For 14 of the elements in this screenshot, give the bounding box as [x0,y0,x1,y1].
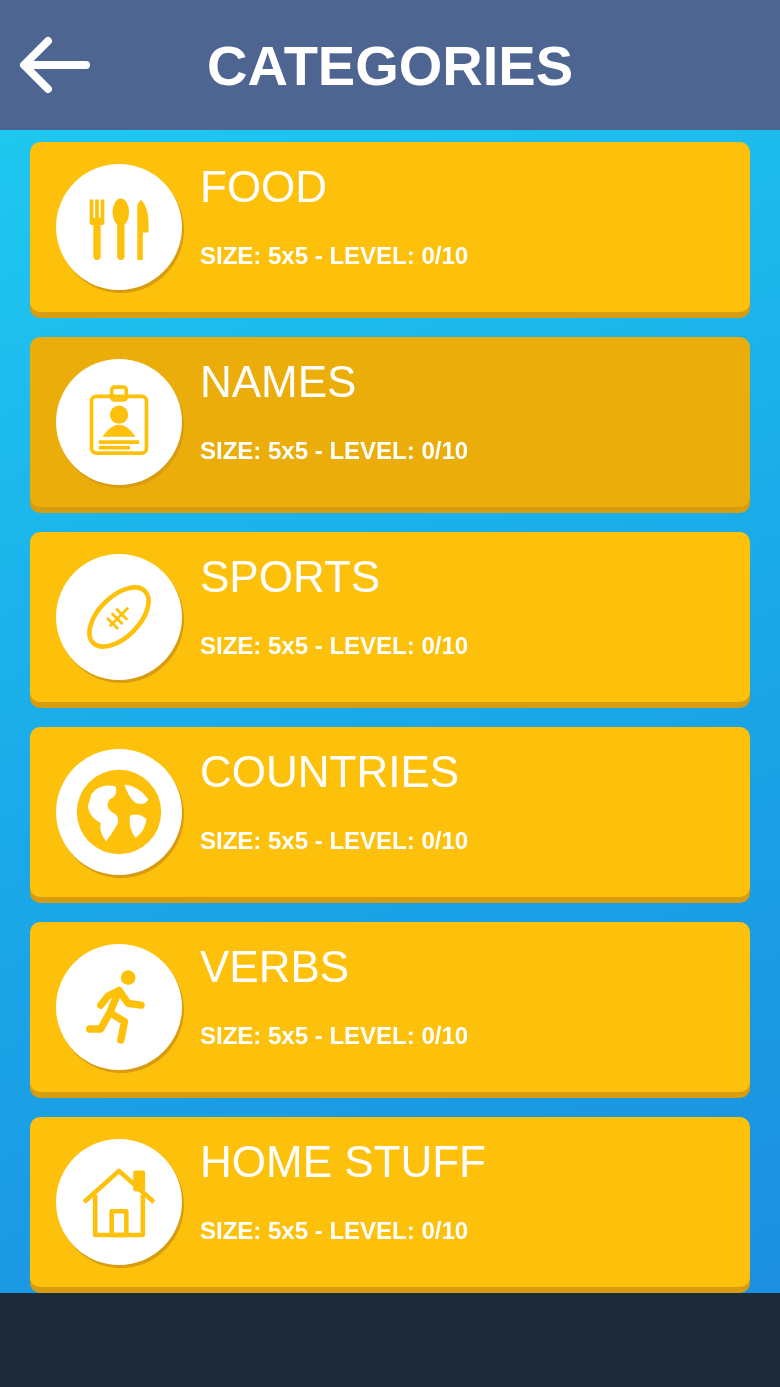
category-name: HOME STUFF [200,1137,486,1187]
category-name: VERBS [200,942,351,992]
category-info: SIZE: 5x5 - LEVEL: 0/10 [200,632,469,660]
category-info: SIZE: 5x5 - LEVEL: 0/10 [200,1217,470,1245]
category-info: SIZE: 5x5 - LEVEL: 0/10 [200,242,469,270]
category-name: NAMES [200,357,358,407]
back-arrow-icon[interactable] [18,35,90,95]
category-info: SIZE: 5x5 - LEVEL: 0/10 [200,1022,469,1050]
category-info: SIZE: 5x5 - LEVEL: 0/10 [200,827,469,855]
category-name: SPORTS [200,552,382,602]
category-info: SIZE: 5x5 - LEVEL: 0/10 [200,437,469,465]
category-name: COUNTRIES [200,747,461,797]
category-name: FOOD [200,162,329,212]
screen-title: CATEGORIES [205,32,575,98]
